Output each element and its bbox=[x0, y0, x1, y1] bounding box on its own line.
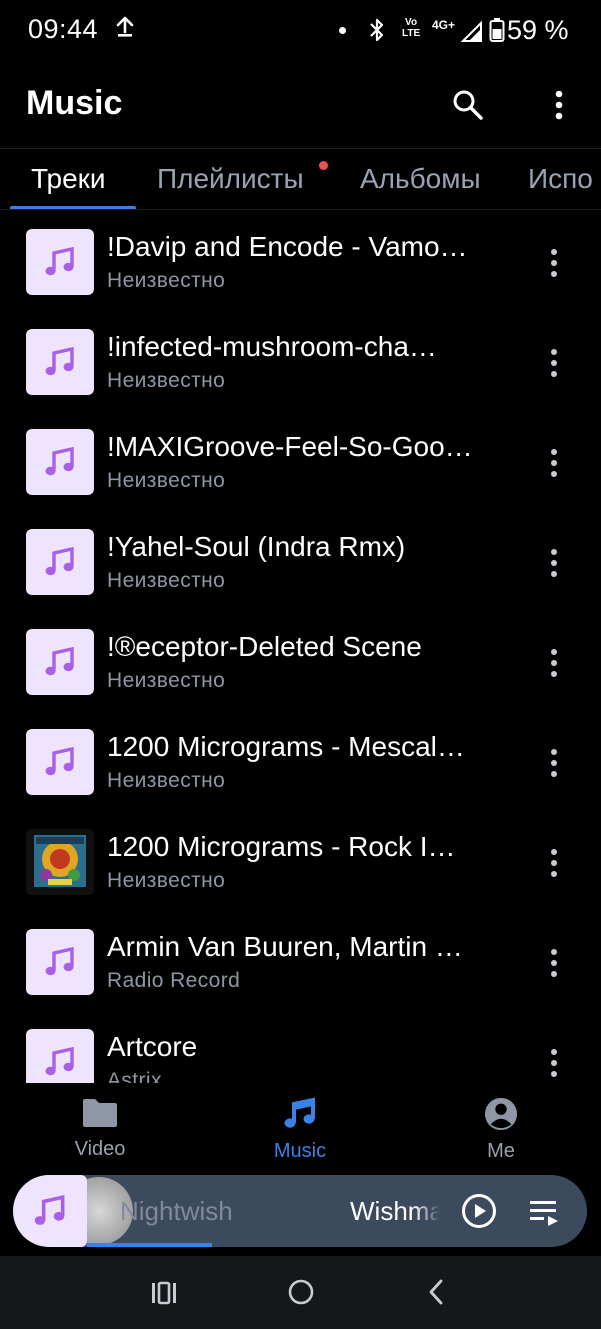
music-note-icon bbox=[45, 246, 74, 276]
upload-icon bbox=[116, 16, 134, 43]
music-note-icon bbox=[45, 1046, 74, 1076]
track-row[interactable]: !MAXIGroove-Feel-So-Goo… Неизвестно bbox=[0, 411, 601, 511]
nav-label: Me bbox=[487, 1140, 515, 1162]
track-artist: Неизвестно bbox=[107, 869, 226, 892]
track-art bbox=[26, 429, 94, 495]
home-icon[interactable] bbox=[287, 1278, 315, 1311]
track-art bbox=[26, 929, 94, 995]
track-art bbox=[26, 229, 94, 295]
queue-icon[interactable] bbox=[528, 1197, 560, 1227]
track-title: !infected-mushroom-cha… bbox=[107, 331, 437, 362]
album-cover-image bbox=[26, 829, 94, 895]
more-vert-icon[interactable] bbox=[540, 243, 568, 283]
music-note-icon bbox=[45, 346, 74, 376]
nav-video[interactable]: Video bbox=[40, 1097, 160, 1161]
track-title: Artcore bbox=[107, 1031, 198, 1062]
track-artist: Неизвестно bbox=[107, 569, 226, 592]
volte-indicator: Vo LTE bbox=[402, 17, 421, 39]
player-song-title: Wishmaster bbox=[350, 1196, 440, 1227]
play-icon[interactable] bbox=[461, 1193, 497, 1229]
battery-icon bbox=[489, 17, 505, 48]
tab-albums[interactable]: Альбомы bbox=[360, 163, 481, 195]
playback-progress-bar[interactable] bbox=[87, 1243, 212, 1247]
track-row[interactable]: !Davip and Encode - Vamo… Неизвестно bbox=[0, 211, 601, 311]
status-time: 09:44 bbox=[28, 14, 99, 44]
mini-player[interactable]: Nightwish Wishmaster bbox=[13, 1175, 587, 1247]
track-title: !Yahel-Soul (Indra Rmx) bbox=[107, 531, 406, 562]
track-row[interactable]: Artcore Astrix bbox=[0, 1011, 601, 1083]
tab-indicator bbox=[10, 206, 136, 209]
bottom-navigation: Video Music Me bbox=[0, 1083, 601, 1175]
track-row[interactable]: !infected-mushroom-cha… Неизвестно bbox=[0, 311, 601, 411]
music-note-icon bbox=[45, 546, 74, 576]
music-note-icon bbox=[284, 1097, 315, 1128]
nav-me[interactable]: Me bbox=[441, 1097, 561, 1163]
account-icon bbox=[484, 1097, 518, 1131]
music-note-icon bbox=[34, 1195, 65, 1225]
tab-playlists[interactable]: Плейлисты bbox=[157, 163, 304, 195]
track-title: !MAXIGroove-Feel-So-Goo… bbox=[107, 431, 473, 462]
back-icon[interactable] bbox=[426, 1278, 446, 1311]
track-row[interactable]: !®eceptor-Deleted Scene Неизвестно bbox=[0, 611, 601, 711]
nav-label: Video bbox=[74, 1138, 126, 1160]
player-artist: Nightwish bbox=[120, 1196, 233, 1226]
track-art bbox=[26, 329, 94, 395]
track-title: !®eceptor-Deleted Scene bbox=[107, 631, 422, 662]
track-artist: Неизвестно bbox=[107, 769, 226, 792]
network-type: 4G+ bbox=[432, 18, 456, 32]
track-row[interactable]: 1200 Micrograms - Mescal… Неизвестно bbox=[0, 711, 601, 811]
more-vert-icon[interactable] bbox=[540, 943, 568, 983]
track-list[interactable]: !Davip and Encode - Vamo… Неизвестно !in… bbox=[0, 211, 601, 1083]
bluetooth-icon bbox=[368, 17, 386, 48]
system-navigation-bar bbox=[0, 1256, 601, 1329]
track-artist: Неизвестно bbox=[107, 269, 226, 292]
track-art bbox=[26, 529, 94, 595]
track-title: 1200 Micrograms - Rock I… bbox=[107, 831, 456, 862]
app-bar: Music bbox=[0, 64, 601, 148]
track-artist: Неизвестно bbox=[107, 369, 226, 392]
more-vert-icon[interactable] bbox=[540, 343, 568, 383]
search-icon[interactable] bbox=[451, 88, 485, 122]
nav-label: Music bbox=[273, 1140, 327, 1162]
track-artist: Astrix bbox=[107, 1069, 162, 1083]
tab-bar: Треки Плейлисты Альбомы Испо bbox=[0, 148, 601, 210]
folder-icon bbox=[83, 1099, 117, 1127]
tab-artists[interactable]: Испо bbox=[528, 163, 593, 195]
status-bar: 09:44 Vo LTE 4G+ 59 % bbox=[0, 0, 601, 64]
track-title: 1200 Micrograms - Mescal… bbox=[107, 731, 465, 762]
track-artist: Неизвестно bbox=[107, 469, 226, 492]
recent-apps-icon[interactable] bbox=[150, 1280, 178, 1311]
tab-tracks[interactable]: Треки bbox=[31, 163, 106, 195]
music-note-icon bbox=[45, 646, 74, 676]
track-title: Armin Van Buuren, Martin … bbox=[107, 931, 463, 962]
track-art bbox=[26, 1029, 94, 1083]
track-artist: Radio Record bbox=[107, 969, 241, 992]
more-vert-icon[interactable] bbox=[540, 843, 568, 883]
track-title: !Davip and Encode - Vamo… bbox=[107, 231, 468, 262]
new-badge-dot bbox=[319, 161, 328, 170]
music-note-icon bbox=[45, 746, 74, 776]
more-vert-icon[interactable] bbox=[540, 443, 568, 483]
track-art bbox=[26, 629, 94, 695]
more-vert-icon[interactable] bbox=[540, 743, 568, 783]
page-title: Music bbox=[26, 84, 123, 122]
signal-icon bbox=[460, 20, 483, 47]
track-art bbox=[26, 729, 94, 795]
more-vert-icon[interactable] bbox=[540, 543, 568, 583]
music-note-icon bbox=[45, 946, 74, 976]
track-row[interactable]: !Yahel-Soul (Indra Rmx) Неизвестно bbox=[0, 511, 601, 611]
music-note-icon bbox=[45, 446, 74, 476]
more-vert-icon[interactable] bbox=[545, 86, 573, 124]
battery-percent: 59 % bbox=[507, 15, 569, 45]
track-artist: Неизвестно bbox=[107, 669, 226, 692]
player-art bbox=[13, 1175, 87, 1247]
notification-dot-icon bbox=[339, 27, 346, 34]
track-row[interactable]: Armin Van Buuren, Martin … Radio Record bbox=[0, 911, 601, 1011]
more-vert-icon[interactable] bbox=[540, 1043, 568, 1083]
more-vert-icon[interactable] bbox=[540, 643, 568, 683]
track-row[interactable]: 1200 Micrograms - Rock I… Неизвестно bbox=[0, 811, 601, 911]
nav-music[interactable]: Music bbox=[240, 1097, 360, 1163]
